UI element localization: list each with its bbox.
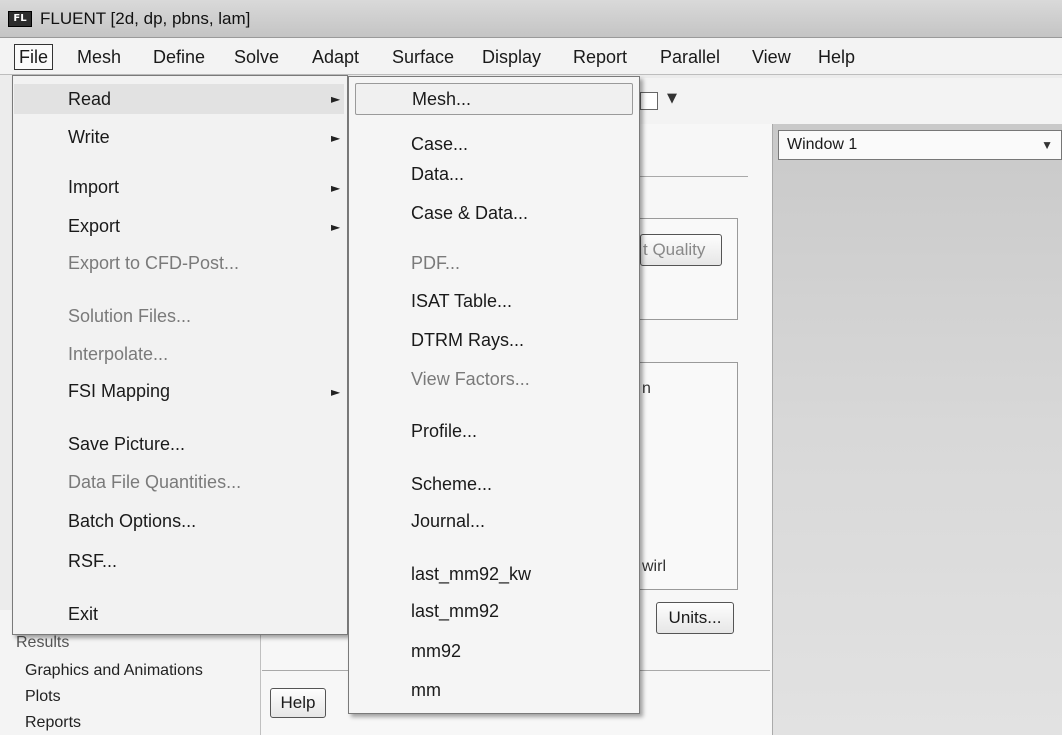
read-menu-mesh[interactable]: Mesh... [355,83,633,115]
window-title: FLUENT [2d, dp, pbns, lam] [40,9,251,28]
menu-solve[interactable]: Solve [234,44,279,70]
tree-item-graphics-animations[interactable]: Graphics and Animations [25,662,203,680]
read-menu-view-factors[interactable]: View Factors... [411,369,530,390]
read-menu-scheme[interactable]: Scheme... [411,474,492,495]
submenu-arrow-icon: ► [331,92,341,106]
menu-bar: File Mesh Define Solve Adapt Surface Dis… [0,38,1062,75]
axisymmetric-swirl-text: wirl [642,558,666,575]
tree-item-reports[interactable]: Reports [25,714,81,732]
file-menu-save-picture[interactable]: Save Picture... [68,434,185,455]
toolbar-dropdown-arrow-icon[interactable]: ▼ [667,91,677,106]
mesh-quality-button[interactable]: t Quality [640,234,722,266]
menu-view[interactable]: View [752,44,791,70]
menu-adapt[interactable]: Adapt [312,44,359,70]
read-menu-isat-table[interactable]: ISAT Table... [411,291,512,312]
units-button[interactable]: Units... [656,602,734,634]
read-menu-journal[interactable]: Journal... [411,511,485,532]
recent-file-last-mm92[interactable]: last_mm92 [411,601,499,622]
menu-surface[interactable]: Surface [392,44,454,70]
graphics-window[interactable] [772,124,1062,735]
menu-parallel[interactable]: Parallel [660,44,720,70]
menu-define[interactable]: Define [153,44,205,70]
help-button[interactable]: Help [270,688,326,718]
toolbar [630,78,1062,125]
file-menu-export-cfd-post[interactable]: Export to CFD-Post... [68,253,239,274]
read-menu-data[interactable]: Data... [411,164,464,185]
fluent-app-icon: FL [8,11,32,27]
file-menu-data-file-quantities[interactable]: Data File Quantities... [68,472,241,493]
menu-mesh[interactable]: Mesh [77,44,121,70]
recent-file-mm92[interactable]: mm92 [411,641,461,662]
menu-report[interactable]: Report [573,44,627,70]
read-menu-case-and-data[interactable]: Case & Data... [411,203,528,224]
submenu-arrow-icon: ► [331,220,341,234]
read-menu-profile[interactable]: Profile... [411,421,477,442]
file-menu-write[interactable]: Write [68,127,110,148]
submenu-arrow-icon: ► [331,385,341,399]
submenu-arrow-icon: ► [331,131,341,145]
read-submenu: Mesh... Case... Data... Case & Data... P… [348,76,640,714]
file-menu-import[interactable]: Import [68,177,119,198]
read-menu-dtrm-rays[interactable]: DTRM Rays... [411,330,524,351]
file-menu-rsf[interactable]: RSF... [68,551,117,572]
recent-file-last-mm92-kw[interactable]: last_mm92_kw [411,564,531,585]
title-bar: FL FLUENT [2d, dp, pbns, lam] [0,0,1062,38]
file-menu-fsi-mapping[interactable]: FSI Mapping [68,381,170,402]
file-menu-batch-options[interactable]: Batch Options... [68,511,196,532]
toolbar-square-icon[interactable] [640,92,658,110]
tree-results-header: Results [16,634,70,651]
tree-item-plots[interactable]: Plots [25,688,61,706]
recent-file-mm[interactable]: mm [411,680,441,701]
read-menu-case[interactable]: Case... [411,134,468,155]
read-menu-pdf[interactable]: PDF... [411,253,460,274]
file-menu-export[interactable]: Export [68,216,120,237]
menu-file[interactable]: File [14,44,54,70]
panel-separator [630,176,748,177]
file-menu-dropdown: Read ► Write ► Import ► Export ► Export … [12,75,348,635]
chevron-down-icon: ▼ [1041,138,1053,152]
file-menu-interpolate[interactable]: Interpolate... [68,344,168,365]
file-menu-read[interactable]: Read [14,84,344,114]
menu-help[interactable]: Help [818,44,855,70]
window-selector[interactable]: Window 1 ▼ [778,130,1062,160]
solver-option-text: n [642,380,651,397]
file-menu-solution-files[interactable]: Solution Files... [68,306,191,327]
menu-display[interactable]: Display [482,44,541,70]
submenu-arrow-icon: ► [331,181,341,195]
file-menu-exit[interactable]: Exit [68,604,98,625]
window-selector-value: Window 1 [787,136,858,153]
